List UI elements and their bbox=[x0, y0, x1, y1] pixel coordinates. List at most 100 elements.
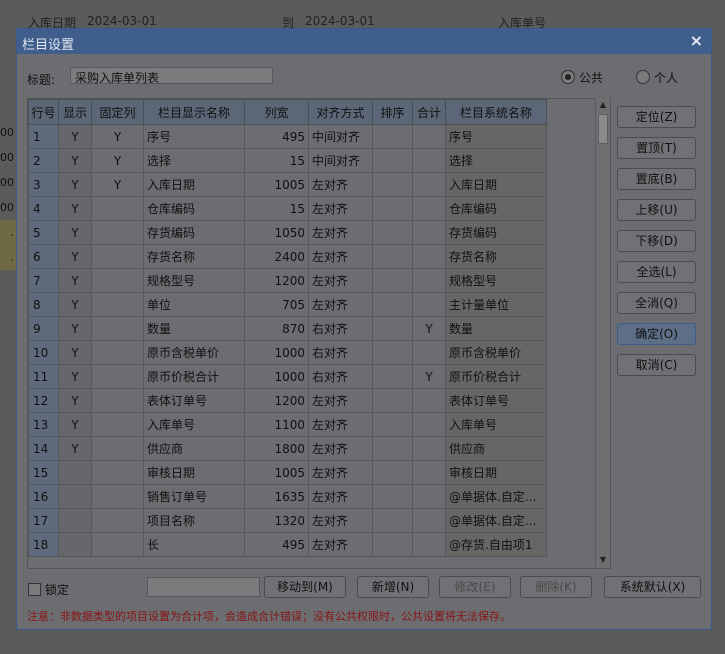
cell-total[interactable] bbox=[412, 268, 446, 293]
clear-all-button[interactable]: 全消(Q) bbox=[617, 292, 696, 314]
header-system-name[interactable]: 栏目系统名称 bbox=[445, 99, 547, 125]
cell-total[interactable] bbox=[412, 244, 446, 269]
cell-total[interactable]: Y bbox=[412, 364, 446, 389]
cell-align[interactable]: 中间对齐 bbox=[308, 124, 373, 149]
cell-sort[interactable] bbox=[372, 484, 413, 509]
cell-system-name[interactable]: 主计量单位 bbox=[445, 292, 547, 317]
cell-total[interactable] bbox=[412, 532, 446, 557]
cell-total[interactable] bbox=[412, 412, 446, 437]
cell-total[interactable] bbox=[412, 220, 446, 245]
cell-width[interactable]: 495 bbox=[244, 124, 309, 149]
cell-width[interactable]: 15 bbox=[244, 196, 309, 221]
move-to-button[interactable]: 移动到(M) bbox=[264, 576, 346, 598]
table-row[interactable]: 18 长 495 左对齐 @存货.自由项1 bbox=[28, 532, 547, 557]
table-row[interactable]: 15 审核日期 1005 左对齐 审核日期 bbox=[28, 460, 547, 485]
column-grid[interactable]: 行号 显示 固定列 栏目显示名称 列宽 对齐方式 排序 合计 栏目系统名称 1Y… bbox=[27, 98, 611, 569]
cell-display-name[interactable]: 原币价税合计 bbox=[143, 364, 245, 389]
cell-sort[interactable] bbox=[372, 436, 413, 461]
cell-align[interactable]: 左对齐 bbox=[308, 532, 373, 557]
cell-visible[interactable]: Y bbox=[58, 340, 92, 365]
cell-display-name[interactable]: 表体订单号 bbox=[143, 388, 245, 413]
cell-align[interactable]: 左对齐 bbox=[308, 292, 373, 317]
move-up-button[interactable]: 上移(U) bbox=[617, 199, 696, 221]
delete-button[interactable]: 删除(K) bbox=[520, 576, 592, 598]
cell-width[interactable]: 870 bbox=[244, 316, 309, 341]
cell-sort[interactable] bbox=[372, 340, 413, 365]
cell-total[interactable] bbox=[412, 292, 446, 317]
cell-display-name[interactable]: 存货名称 bbox=[143, 244, 245, 269]
cell-visible[interactable]: Y bbox=[58, 220, 92, 245]
cell-display-name[interactable]: 审核日期 bbox=[143, 460, 245, 485]
cell-visible[interactable] bbox=[58, 532, 92, 557]
cell-width[interactable]: 1100 bbox=[244, 412, 309, 437]
cell-visible[interactable]: Y bbox=[58, 268, 92, 293]
cell-display-name[interactable]: 选择 bbox=[143, 148, 245, 173]
cell-width[interactable]: 705 bbox=[244, 292, 309, 317]
cell-width[interactable]: 15 bbox=[244, 148, 309, 173]
cell-total[interactable] bbox=[412, 508, 446, 533]
cell-align[interactable]: 右对齐 bbox=[308, 316, 373, 341]
cell-align[interactable]: 左对齐 bbox=[308, 460, 373, 485]
table-row[interactable]: 1 Y Y 序号 495 中间对齐 序号 bbox=[28, 124, 547, 149]
cell-system-name[interactable]: 存货编码 bbox=[445, 220, 547, 245]
ok-button[interactable]: 确定(O) bbox=[617, 323, 696, 345]
cell-align[interactable]: 中间对齐 bbox=[308, 148, 373, 173]
cell-fixed[interactable] bbox=[91, 340, 144, 365]
table-row[interactable]: 5 Y 存货编码 1050 左对齐 存货编码 bbox=[28, 220, 547, 245]
scroll-thumb[interactable] bbox=[598, 114, 608, 144]
cell-visible[interactable]: Y bbox=[58, 292, 92, 317]
cell-width[interactable]: 1200 bbox=[244, 388, 309, 413]
cell-sort[interactable] bbox=[372, 172, 413, 197]
cell-sort[interactable] bbox=[372, 124, 413, 149]
cell-fixed[interactable] bbox=[91, 532, 144, 557]
cell-display-name[interactable]: 入库日期 bbox=[143, 172, 245, 197]
lock-checkbox[interactable]: 锁定 bbox=[28, 581, 69, 598]
radio-private[interactable]: 个人 bbox=[636, 69, 678, 86]
scroll-up-icon[interactable]: ▲ bbox=[596, 98, 610, 112]
cell-width[interactable]: 1005 bbox=[244, 460, 309, 485]
cell-width[interactable]: 1000 bbox=[244, 364, 309, 389]
move-to-input[interactable] bbox=[147, 577, 260, 597]
header-width[interactable]: 列宽 bbox=[244, 99, 309, 125]
cell-width[interactable]: 1635 bbox=[244, 484, 309, 509]
cell-display-name[interactable]: 销售订单号 bbox=[143, 484, 245, 509]
scroll-down-icon[interactable]: ▼ bbox=[596, 553, 610, 567]
cell-sort[interactable] bbox=[372, 532, 413, 557]
table-row[interactable]: 2 Y Y 选择 15 中间对齐 选择 bbox=[28, 148, 547, 173]
cell-display-name[interactable]: 长 bbox=[143, 532, 245, 557]
cell-display-name[interactable]: 数量 bbox=[143, 316, 245, 341]
header-fixed[interactable]: 固定列 bbox=[91, 99, 144, 125]
cell-system-name[interactable]: 表体订单号 bbox=[445, 388, 547, 413]
cell-visible[interactable] bbox=[58, 460, 92, 485]
cell-sort[interactable] bbox=[372, 412, 413, 437]
cell-width[interactable]: 1320 bbox=[244, 508, 309, 533]
add-button[interactable]: 新增(N) bbox=[357, 576, 429, 598]
cell-align[interactable]: 左对齐 bbox=[308, 508, 373, 533]
cell-display-name[interactable]: 供应商 bbox=[143, 436, 245, 461]
cell-system-name[interactable]: @单据体.自定... bbox=[445, 484, 547, 509]
cell-fixed[interactable]: Y bbox=[91, 124, 144, 149]
cell-total[interactable] bbox=[412, 172, 446, 197]
cell-display-name[interactable]: 原币含税单价 bbox=[143, 340, 245, 365]
cell-visible[interactable]: Y bbox=[58, 316, 92, 341]
locate-button[interactable]: 定位(Z) bbox=[617, 106, 696, 128]
cell-fixed[interactable] bbox=[91, 268, 144, 293]
table-row[interactable]: 7 Y 规格型号 1200 左对齐 规格型号 bbox=[28, 268, 547, 293]
header-display-name[interactable]: 栏目显示名称 bbox=[143, 99, 245, 125]
cell-visible[interactable]: Y bbox=[58, 244, 92, 269]
radio-public[interactable]: 公共 bbox=[561, 69, 603, 86]
close-icon[interactable]: × bbox=[690, 31, 703, 50]
cell-align[interactable]: 右对齐 bbox=[308, 340, 373, 365]
cell-system-name[interactable]: 仓库编码 bbox=[445, 196, 547, 221]
cell-fixed[interactable] bbox=[91, 316, 144, 341]
cell-display-name[interactable]: 入库单号 bbox=[143, 412, 245, 437]
table-row[interactable]: 10 Y 原币含税单价 1000 右对齐 原币含税单价 bbox=[28, 340, 547, 365]
cell-width[interactable]: 1800 bbox=[244, 436, 309, 461]
cell-align[interactable]: 左对齐 bbox=[308, 436, 373, 461]
cell-system-name[interactable]: 审核日期 bbox=[445, 460, 547, 485]
move-top-button[interactable]: 置顶(T) bbox=[617, 137, 696, 159]
cell-visible[interactable]: Y bbox=[58, 388, 92, 413]
cell-display-name[interactable]: 单位 bbox=[143, 292, 245, 317]
cell-system-name[interactable]: 入库单号 bbox=[445, 412, 547, 437]
cell-align[interactable]: 左对齐 bbox=[308, 268, 373, 293]
